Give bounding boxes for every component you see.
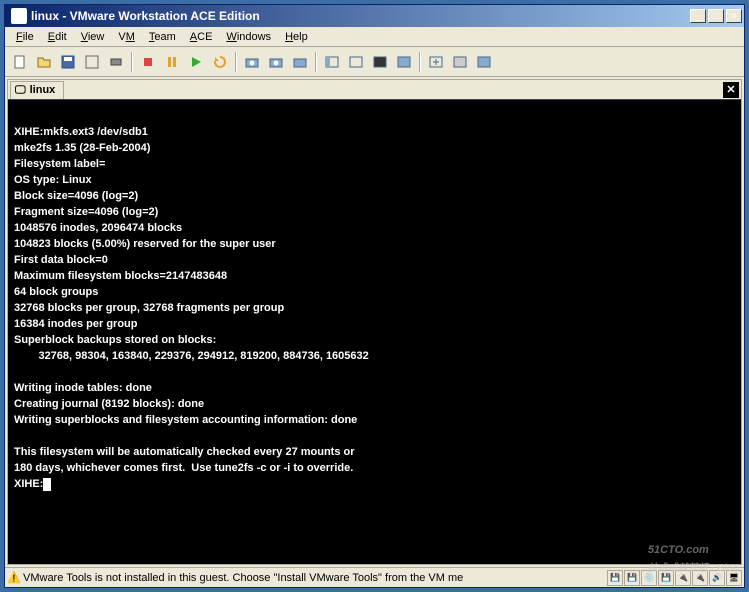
display-icon[interactable]: 🖥	[726, 570, 742, 586]
menu-bar: File Edit View VM Team ACE Windows Help	[5, 27, 744, 47]
menu-windows[interactable]: Windows	[219, 29, 278, 45]
snapshot-manager-button[interactable]	[289, 51, 311, 73]
cd-icon[interactable]: 💿	[641, 570, 657, 586]
pause-button[interactable]	[161, 51, 183, 73]
maximize-button[interactable]: □	[708, 9, 724, 23]
minimize-button[interactable]: _	[690, 9, 706, 23]
cursor-icon	[43, 478, 51, 491]
sound-icon[interactable]: 🔊	[709, 570, 725, 586]
console-button[interactable]	[369, 51, 391, 73]
vm-tab-label: linux	[30, 84, 56, 96]
tab-bar: 🖵 linux ✕	[8, 80, 741, 100]
replay-button[interactable]	[473, 51, 495, 73]
play-button[interactable]	[185, 51, 207, 73]
status-bar: ⚠️ VMware Tools is not installed in this…	[5, 567, 744, 587]
edit-button[interactable]	[81, 51, 103, 73]
quickswitch-button[interactable]	[425, 51, 447, 73]
menu-vm[interactable]: VM	[111, 29, 142, 45]
open-button[interactable]	[33, 51, 55, 73]
hdd2-icon[interactable]: 💾	[624, 570, 640, 586]
menu-view[interactable]: View	[74, 29, 112, 45]
reset-button[interactable]	[209, 51, 231, 73]
vm-icon: 🖵	[15, 84, 26, 97]
unity-button[interactable]	[449, 51, 471, 73]
menu-team[interactable]: Team	[142, 29, 183, 45]
status-text: VMware Tools is not installed in this gu…	[23, 572, 605, 584]
hdd-icon[interactable]: 💾	[607, 570, 623, 586]
app-icon: 🖵	[11, 8, 27, 24]
connect-button[interactable]	[105, 51, 127, 73]
menu-edit[interactable]: Edit	[41, 29, 74, 45]
close-button[interactable]: ✕	[726, 9, 742, 23]
snapshot-revert-button[interactable]	[265, 51, 287, 73]
main-window: 🖵 linux - VMware Workstation ACE Edition…	[4, 4, 745, 588]
warning-icon: ⚠️	[7, 571, 21, 585]
status-tray: 💾 💾 💿 💾 🔌 🔌 🔊 🖥	[607, 570, 742, 586]
menu-ace[interactable]: ACE	[183, 29, 220, 45]
sidebar-button[interactable]	[321, 51, 343, 73]
summary-button[interactable]	[345, 51, 367, 73]
title-bar[interactable]: 🖵 linux - VMware Workstation ACE Edition…	[5, 5, 744, 27]
menu-help[interactable]: Help	[278, 29, 315, 45]
vm-tab[interactable]: 🖵 linux	[10, 81, 64, 99]
new-button[interactable]	[9, 51, 31, 73]
save-button[interactable]	[57, 51, 79, 73]
window-title: linux - VMware Workstation ACE Edition	[31, 9, 690, 23]
terminal-console[interactable]: XIHE:mkfs.ext3 /dev/sdb1 mke2fs 1.35 (28…	[8, 100, 741, 564]
tab-close-button[interactable]: ✕	[723, 82, 739, 98]
menu-file[interactable]: File	[9, 29, 41, 45]
fullscreen-button[interactable]	[393, 51, 415, 73]
network-icon[interactable]: 🔌	[675, 570, 691, 586]
usb-icon[interactable]: 🔌	[692, 570, 708, 586]
poweroff-button[interactable]	[137, 51, 159, 73]
content-area: 🖵 linux ✕ XIHE:mkfs.ext3 /dev/sdb1 mke2f…	[7, 79, 742, 565]
floppy-icon[interactable]: 💾	[658, 570, 674, 586]
toolbar	[5, 47, 744, 77]
snapshot-button[interactable]	[241, 51, 263, 73]
